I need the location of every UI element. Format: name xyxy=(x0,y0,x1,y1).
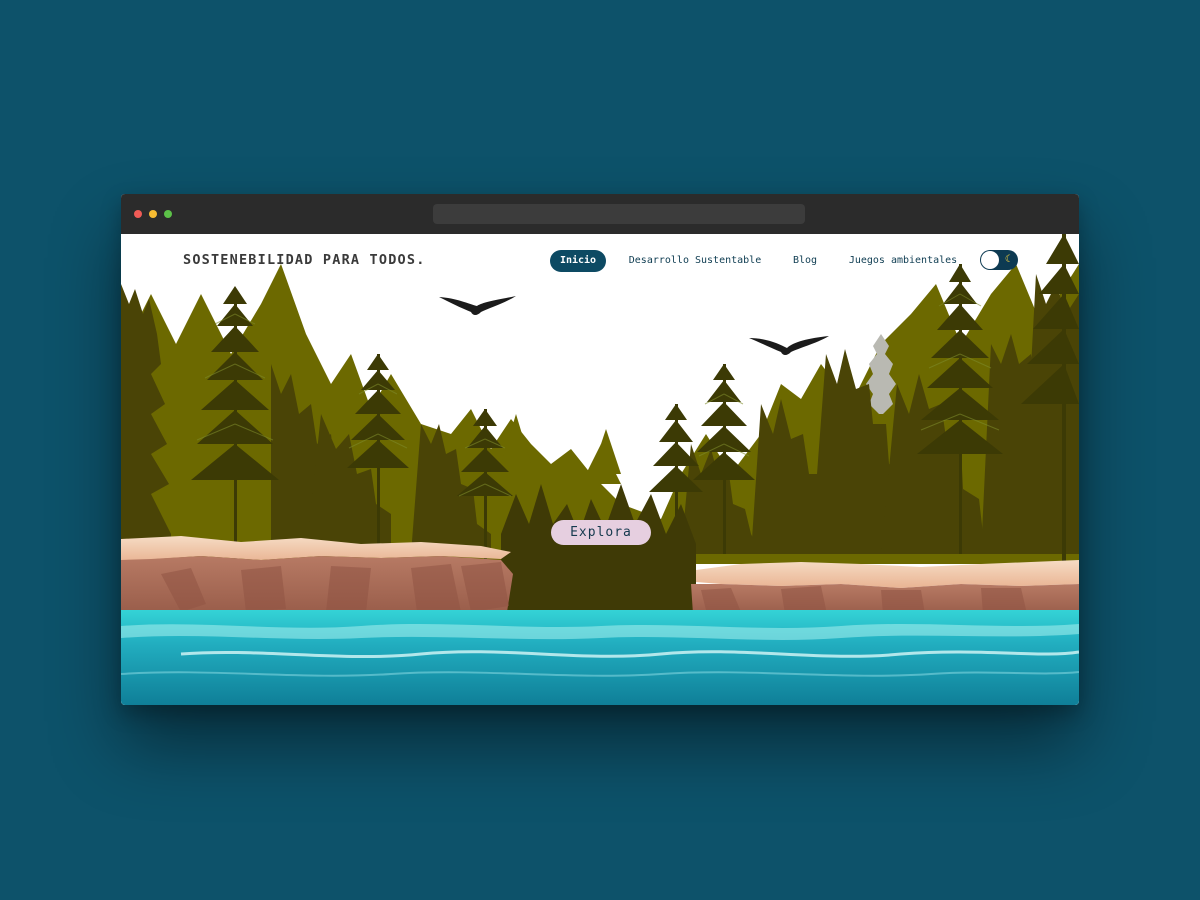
nav-desarrollo-sustentable[interactable]: Desarrollo Sustentable xyxy=(621,250,769,272)
browser-titlebar xyxy=(121,194,1079,234)
nav-juegos-ambientales[interactable]: Juegos ambientales xyxy=(843,250,963,272)
address-bar[interactable] xyxy=(433,204,805,224)
left-cliff xyxy=(121,536,513,612)
browser-window: SOSTENEBILIDAD PARA TODOS. Inicio Desarr… xyxy=(121,194,1079,705)
nav-inicio[interactable]: Inicio xyxy=(550,250,606,272)
site-brand[interactable]: SOSTENEBILIDAD PARA TODOS. xyxy=(183,252,426,268)
moon-icon: ☾ xyxy=(1005,254,1012,265)
close-window-button[interactable] xyxy=(134,210,142,218)
theme-toggle[interactable]: ☾ xyxy=(980,250,1018,270)
river xyxy=(121,610,1079,705)
right-cliff xyxy=(691,560,1079,614)
toggle-knob xyxy=(981,251,999,269)
birds xyxy=(439,296,829,355)
explora-button[interactable]: Explora xyxy=(551,520,651,545)
maximize-window-button[interactable] xyxy=(164,210,172,218)
nav-blog[interactable]: Blog xyxy=(785,250,825,272)
web-page: SOSTENEBILIDAD PARA TODOS. Inicio Desarr… xyxy=(121,234,1079,705)
hero-illustration xyxy=(121,234,1079,705)
minimize-window-button[interactable] xyxy=(149,210,157,218)
